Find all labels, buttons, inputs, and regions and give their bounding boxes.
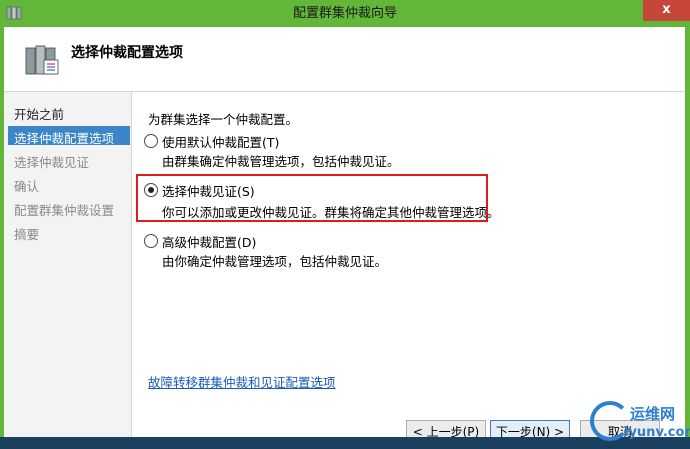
radio-advanced-quorum[interactable] bbox=[144, 234, 158, 248]
option-label-default[interactable]: 使用默认仲裁配置(T) bbox=[162, 132, 279, 151]
cluster-servers-icon bbox=[25, 45, 59, 75]
option-desc-default: 由群集确定仲裁管理选项，包括仲裁见证。 bbox=[162, 154, 400, 169]
option-label-witness[interactable]: 选择仲裁见证(S) bbox=[162, 181, 255, 200]
option-desc-witness: 你可以添加或更改仲裁见证。群集将确定其他仲裁管理选项。 bbox=[162, 205, 500, 220]
nav-step-before-you-begin[interactable]: 开始之前 bbox=[14, 104, 64, 123]
help-link-quorum-options[interactable]: 故障转移群集仲裁和见证配置选项 bbox=[148, 372, 336, 391]
wizard-content: 为群集选择一个仲裁配置。 使用默认仲裁配置(T) 由群集确定仲裁管理选项，包括仲… bbox=[132, 92, 685, 449]
intro-text: 为群集选择一个仲裁配置。 bbox=[148, 112, 299, 127]
nav-step-select-witness: 选择仲裁见证 bbox=[14, 155, 90, 170]
watermark-text-domain: iyunv.com bbox=[624, 425, 690, 440]
window-title: 配置群集仲裁向导 bbox=[292, 6, 397, 21]
wizard-steps-nav: 开始之前 选择仲裁配置选项 选择仲裁见证 确认 配置群集仲裁设置 摘要 bbox=[4, 92, 132, 449]
nav-step-confirm: 确认 bbox=[14, 179, 40, 194]
nav-step-summary: 摘要 bbox=[14, 227, 40, 242]
radio-default-quorum[interactable] bbox=[144, 134, 158, 148]
taskbar-strip bbox=[0, 437, 690, 449]
option-label-advanced[interactable]: 高级仲裁配置(D) bbox=[162, 232, 256, 251]
window-frame-right bbox=[685, 27, 690, 449]
wizard-header: 选择仲裁配置选项 bbox=[4, 27, 685, 92]
title-bar[interactable]: 配置群集仲裁向导 x bbox=[0, 0, 690, 27]
site-watermark: 运维网 iyunv.com bbox=[590, 397, 690, 447]
nav-step-configure-quorum: 配置群集仲裁设置 bbox=[14, 203, 115, 218]
option-desc-advanced: 由你确定仲裁管理选项，包括仲裁见证。 bbox=[162, 254, 388, 269]
close-button[interactable]: x bbox=[643, 0, 690, 21]
radio-select-witness[interactable] bbox=[144, 183, 158, 197]
page-title: 选择仲裁配置选项 bbox=[71, 45, 183, 61]
nav-step-select-quorum-option[interactable]: 选择仲裁配置选项 bbox=[14, 128, 114, 147]
watermark-text-name: 运维网 bbox=[630, 405, 676, 423]
